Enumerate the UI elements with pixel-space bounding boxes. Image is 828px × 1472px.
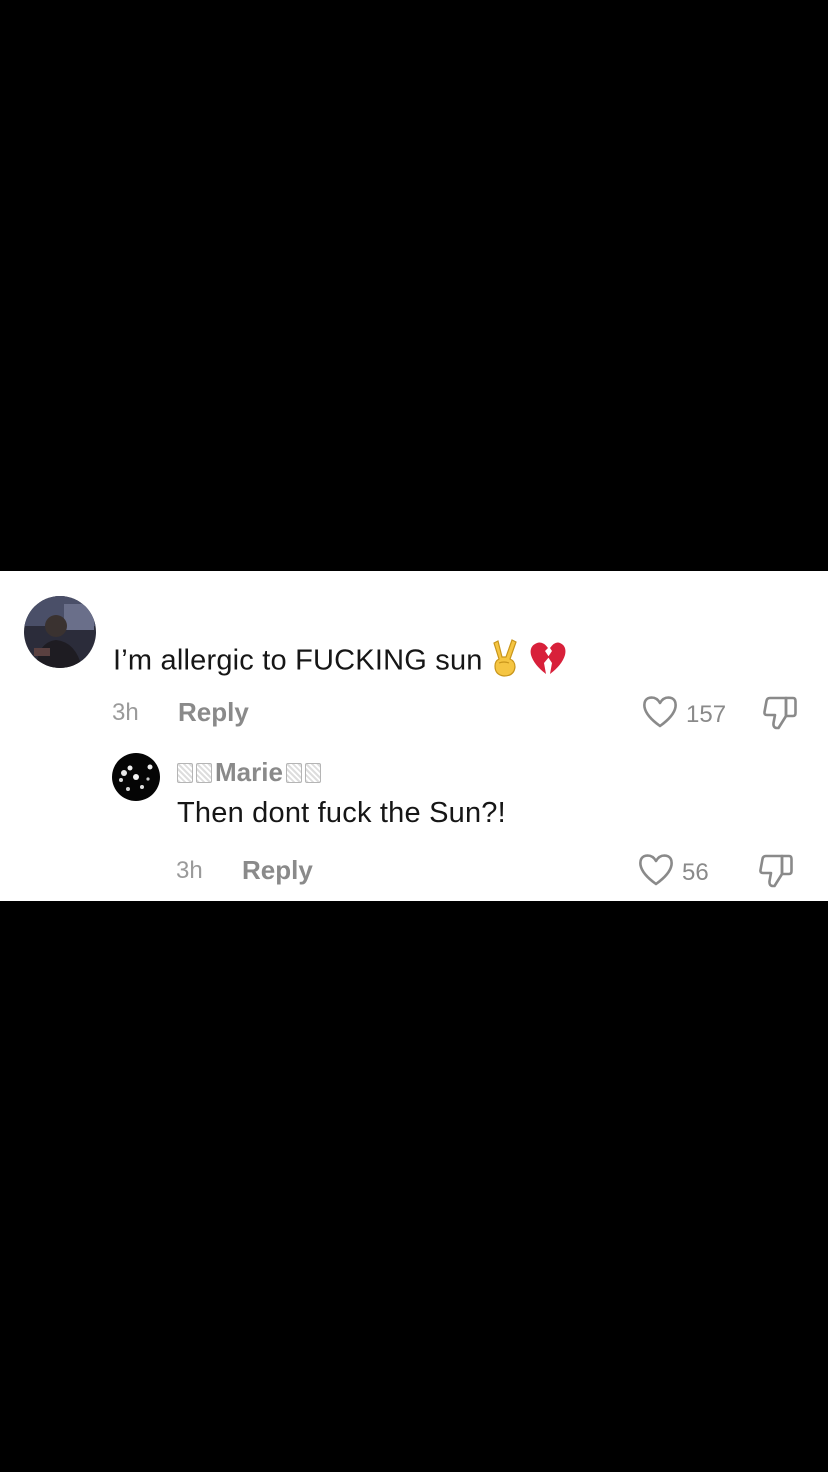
like-count: 157 (686, 700, 727, 728)
thumbs-down-icon (758, 854, 794, 893)
commenter-avatar[interactable] (24, 596, 96, 668)
like-count: 56 (682, 858, 709, 886)
dislike-button[interactable] (762, 695, 798, 736)
like-button[interactable]: 56 (638, 853, 709, 892)
card-decoration-icon (304, 762, 321, 783)
video-area-bottom (0, 901, 828, 1472)
comments-panel: I’m allergic to FUCKING sun 3h Reply 157 (0, 571, 828, 901)
heart-icon (642, 695, 678, 734)
broken-heart-icon (529, 641, 567, 683)
comment-text: I’m allergic to FUCKING sun (113, 639, 567, 685)
card-decoration-icon (285, 762, 302, 783)
reply-time: 3h (176, 857, 203, 884)
dislike-button[interactable] (758, 853, 794, 894)
reply-text: Then dont fuck the Sun?! (177, 797, 506, 829)
card-decoration-icon (177, 762, 193, 783)
username-text: Marie (215, 757, 283, 787)
victory-hand-icon (489, 639, 523, 685)
reply-button[interactable]: Reply (242, 855, 313, 886)
thumbs-down-icon (762, 696, 798, 735)
heart-icon (638, 853, 674, 892)
replier-avatar[interactable] (112, 753, 160, 801)
reply-button[interactable]: Reply (178, 697, 249, 728)
video-area-top (0, 0, 828, 571)
card-decoration-icon (196, 762, 212, 783)
reply-username[interactable]: Marie (177, 757, 324, 788)
like-button[interactable]: 157 (642, 695, 726, 734)
comment-body: I’m allergic to FUCKING sun (113, 644, 483, 677)
comment-time: 3h (112, 699, 139, 726)
